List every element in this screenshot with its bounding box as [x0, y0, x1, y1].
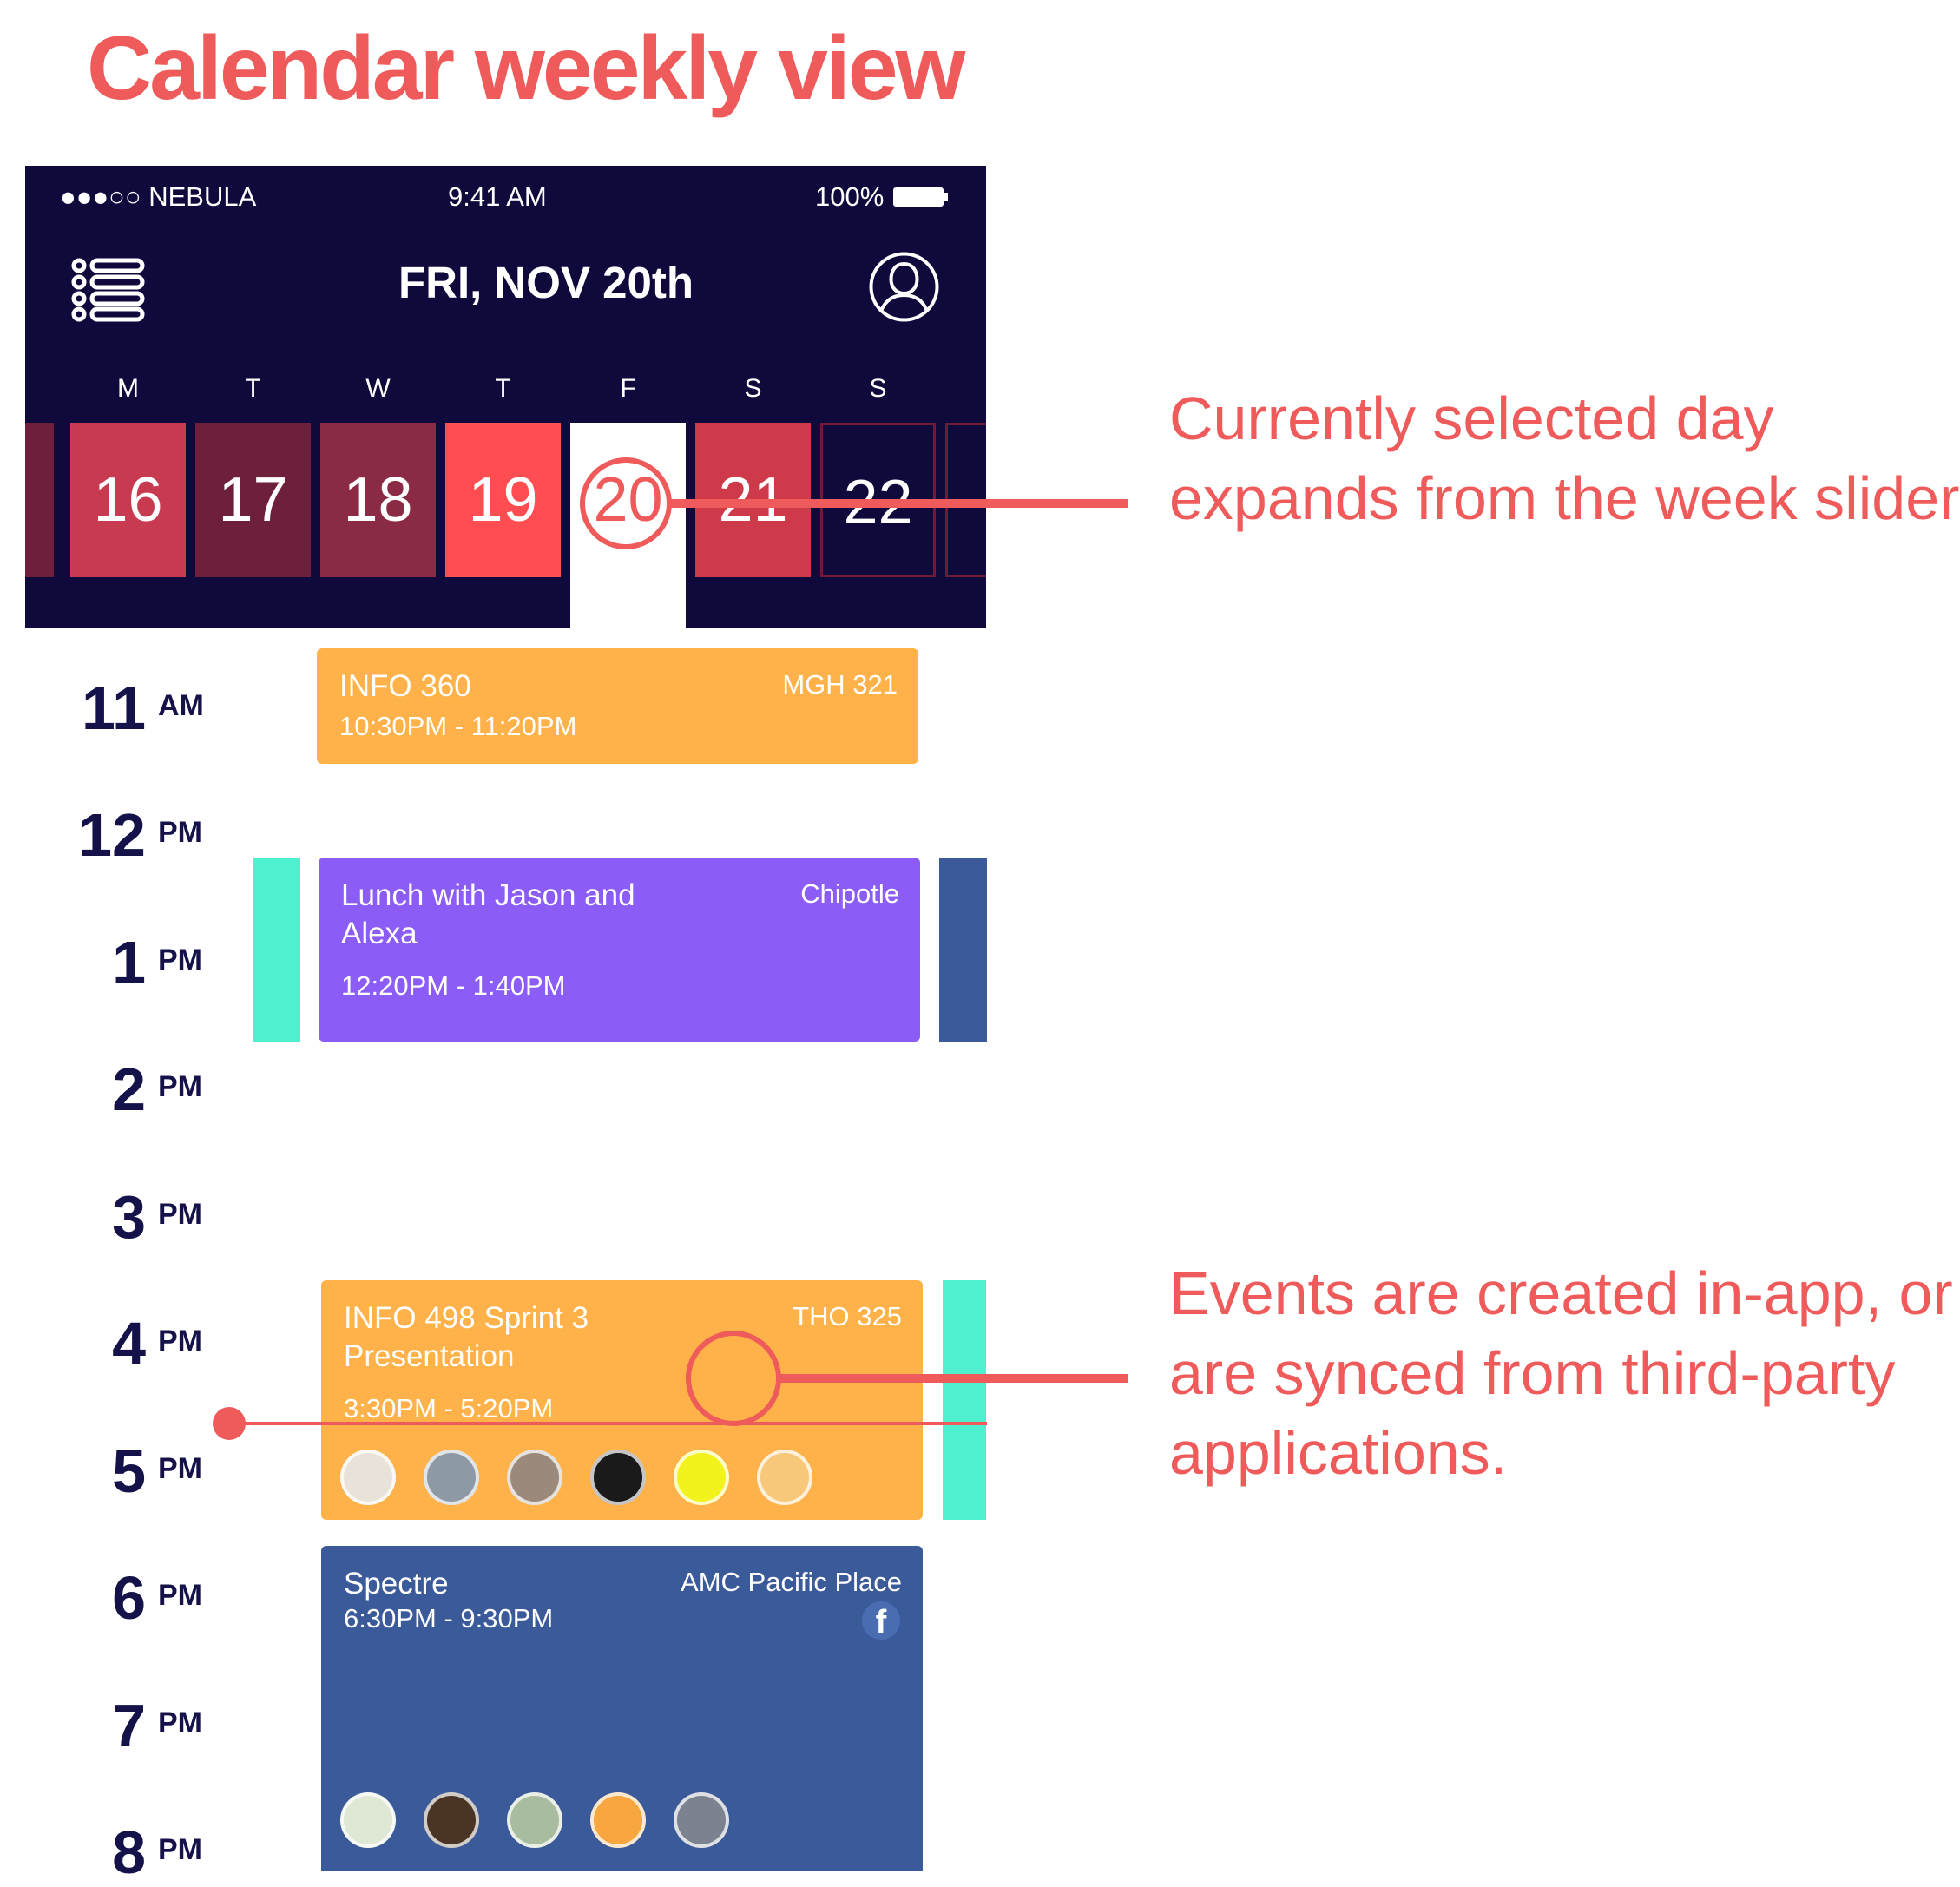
- annotation-selected-day: Currently selected day expands from the …: [1169, 385, 1960, 532]
- annotation-events-sync: Events are created in-app, or are synced…: [1169, 1259, 1953, 1487]
- annotation-callouts: [580, 457, 1128, 1426]
